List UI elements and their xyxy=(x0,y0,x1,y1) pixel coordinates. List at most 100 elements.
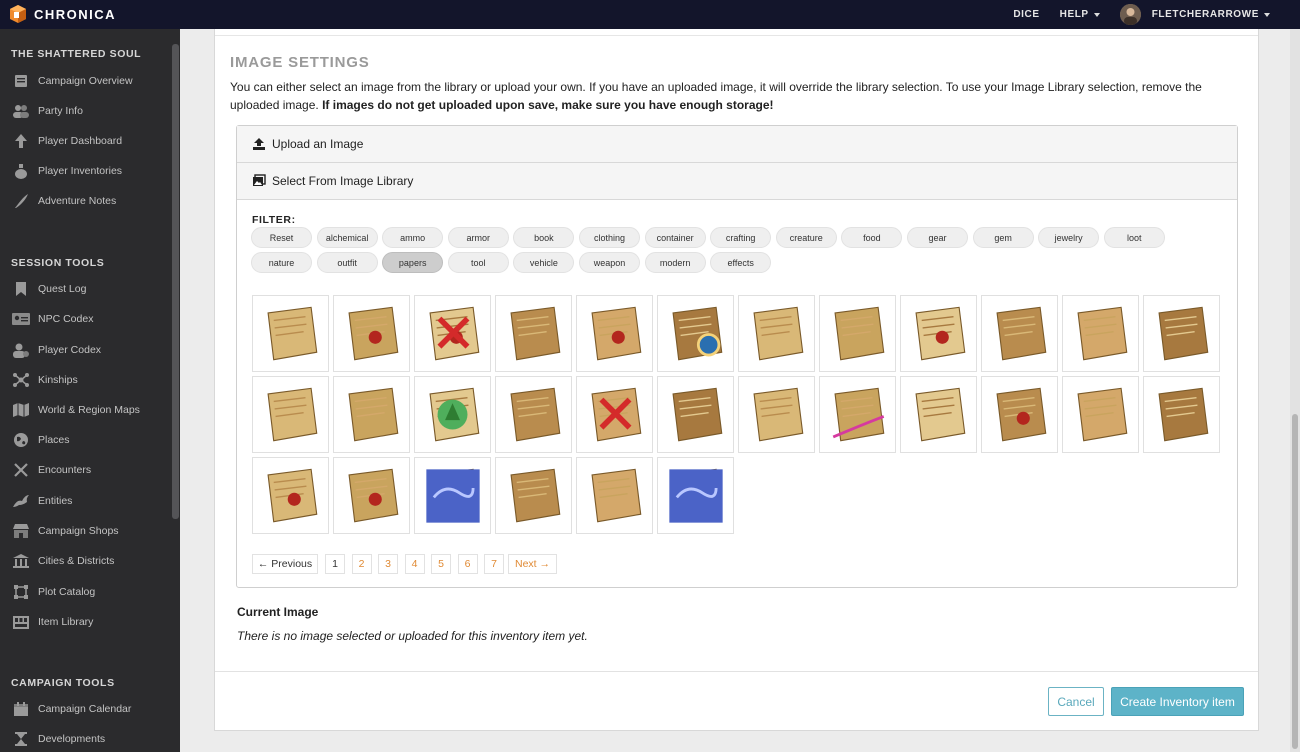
thumbnail-blue-magic-scroll[interactable] xyxy=(657,457,734,534)
thumbnail-bundled-scrolls[interactable] xyxy=(819,295,896,372)
sidebar-item-player-dashboard[interactable]: Player Dashboard xyxy=(11,130,122,152)
thumbnail-folded-map[interactable] xyxy=(252,295,329,372)
thumbnail-blue-tome[interactable] xyxy=(414,457,491,534)
plot-icon xyxy=(11,583,31,601)
thumbnail-treasure-map-x[interactable] xyxy=(576,376,653,453)
upload-image-header[interactable]: Upload an Image xyxy=(237,126,1237,163)
sidebar-item-label: Party Info xyxy=(38,105,83,117)
thumbnail-document-with-seal[interactable] xyxy=(900,295,977,372)
thumbnail-parchment-sheet[interactable] xyxy=(252,376,329,453)
thumbnail-wax-sealed-letter[interactable] xyxy=(414,295,491,372)
thumbnail-yellow-scroll[interactable] xyxy=(738,295,815,372)
sidebar-scrollbar[interactable] xyxy=(172,44,179,519)
treasure-map-x-icon xyxy=(590,387,641,441)
storage-warning: If images do not get uploaded upon save,… xyxy=(322,98,774,112)
filter-pill-weapon[interactable]: weapon xyxy=(579,252,640,273)
thumbnail-rolled-scroll[interactable] xyxy=(495,295,572,372)
thumbnail-tree-map[interactable] xyxy=(414,376,491,453)
filter-pill-container[interactable]: container xyxy=(644,227,706,248)
page-7-button[interactable]: 7 xyxy=(484,554,504,574)
user-menu[interactable]: FLETCHERARROWE xyxy=(1119,4,1270,25)
filter-pill-vehicle[interactable]: vehicle xyxy=(513,252,575,273)
filter-pill-modern[interactable]: modern xyxy=(644,252,706,273)
sidebar-item-kinships[interactable]: Kinships xyxy=(11,369,78,391)
brand[interactable]: CHRONICA xyxy=(8,4,116,24)
sidebar-item-player-codex[interactable]: Player Codex xyxy=(11,339,101,361)
filter-pill-ammo[interactable]: ammo xyxy=(382,227,444,248)
previous-page-button[interactable]: ← Previous xyxy=(252,554,318,574)
page-3-button[interactable]: 3 xyxy=(378,554,398,574)
filter-pill-gem[interactable]: gem xyxy=(972,227,1034,248)
filter-pill-loot[interactable]: loot xyxy=(1103,227,1165,248)
filter-pill-food[interactable]: food xyxy=(841,227,903,248)
cancel-button[interactable]: Cancel xyxy=(1048,687,1104,716)
thumbnail-rune-parchment[interactable] xyxy=(657,376,734,453)
filter-pill-alchemical[interactable]: alchemical xyxy=(316,227,378,248)
thumbnail-sealed-certificate[interactable] xyxy=(333,457,410,534)
thumbnail-tall-scroll[interactable] xyxy=(981,295,1058,372)
filter-pill-crafting[interactable]: crafting xyxy=(710,227,772,248)
page-6-button[interactable]: 6 xyxy=(457,554,478,574)
thumbnail-map-with-compass[interactable] xyxy=(657,295,734,372)
page-1-button[interactable]: 1 xyxy=(325,554,345,574)
page-4-button[interactable]: 4 xyxy=(404,554,425,574)
help-menu[interactable]: HELP xyxy=(1060,9,1100,20)
dice-link[interactable]: DICE xyxy=(1013,9,1039,20)
filter-pill-papers[interactable]: papers xyxy=(382,252,444,273)
page-5-button[interactable]: 5 xyxy=(431,554,451,574)
sidebar-item-adventure-notes[interactable]: Adventure Notes xyxy=(11,190,116,212)
thumbnail-map-scroll[interactable] xyxy=(576,457,653,534)
sidebar-item-npc-codex[interactable]: NPC Codex xyxy=(11,308,93,330)
filter-pill-nature[interactable]: nature xyxy=(251,252,312,273)
page-2-button[interactable]: 2 xyxy=(351,554,372,574)
sidebar-item-encounters[interactable]: Encounters xyxy=(11,459,91,481)
thumbnail-sealed-envelope[interactable] xyxy=(333,295,410,372)
sidebar-item-party-info[interactable]: Party Info xyxy=(11,100,83,122)
filter-pill-tool[interactable]: tool xyxy=(447,252,509,273)
thumbnail-envelope-red-seal[interactable] xyxy=(981,376,1058,453)
thumbnail-letter-b-page[interactable] xyxy=(252,457,329,534)
sidebar-item-places[interactable]: Places xyxy=(11,429,70,451)
sidebar-item-campaign-overview[interactable]: Campaign Overview xyxy=(11,70,133,92)
sidebar-item-quest-log[interactable]: Quest Log xyxy=(11,278,86,300)
filter-pill-clothing[interactable]: clothing xyxy=(579,227,640,248)
thumbnail-anchor-card[interactable] xyxy=(495,376,572,453)
filter-pill-gear[interactable]: gear xyxy=(907,227,968,248)
sidebar-item-player-inventories[interactable]: Player Inventories xyxy=(11,160,122,182)
sidebar-item-entities[interactable]: Entities xyxy=(11,490,72,512)
filter-pill-armor[interactable]: armor xyxy=(447,227,509,248)
thumbnail-certificate-with-ribbon[interactable] xyxy=(576,295,653,372)
thumbnail-old-map-dark[interactable] xyxy=(738,376,815,453)
sidebar-item-label: Adventure Notes xyxy=(38,195,117,207)
filter-pill-outfit[interactable]: outfit xyxy=(316,252,378,273)
thumbnail-rolled-parchment[interactable] xyxy=(333,376,410,453)
filter-pill-book[interactable]: book xyxy=(513,227,575,248)
thumbnail-rune-stone-tablet[interactable] xyxy=(1143,376,1220,453)
sidebar-item-campaign-calendar[interactable]: Campaign Calendar xyxy=(11,698,131,720)
help-label: HELP xyxy=(1059,9,1089,20)
sidebar-item-plot-catalog[interactable]: Plot Catalog xyxy=(11,581,95,603)
sidebar-item-item-library[interactable]: Item Library xyxy=(11,611,93,633)
thumbnail-quill-and-paper[interactable] xyxy=(819,376,896,453)
create-inventory-item-button[interactable]: Create Inventory item xyxy=(1111,687,1244,716)
current-image-text: There is no image selected or uploaded f… xyxy=(237,629,588,643)
filter-pill-effects[interactable]: effects xyxy=(710,252,772,273)
library-label: Select From Image Library xyxy=(272,174,414,188)
image-library-header[interactable]: Select From Image Library xyxy=(237,163,1237,200)
sidebar-item-cities-districts[interactable]: Cities & Districts xyxy=(11,550,114,572)
thumbnail-treasure-map-gold[interactable] xyxy=(900,376,977,453)
thumbnail-curled-parchment[interactable] xyxy=(1143,295,1220,372)
filter-pill-reset[interactable]: Reset xyxy=(251,227,312,248)
page-scrollbar-thumb[interactable] xyxy=(1292,414,1298,749)
thumbnail-torn-scroll[interactable] xyxy=(1062,376,1139,453)
thumbnail-tan-scroll[interactable] xyxy=(495,457,572,534)
filter-pill-creature[interactable]: creature xyxy=(775,227,837,248)
thumbnail-stack-of-papers[interactable] xyxy=(1062,295,1139,372)
sidebar-item-label: Item Library xyxy=(38,616,94,628)
sidebar-item-developments[interactable]: Developments xyxy=(11,728,105,750)
filter-pill-jewelry[interactable]: jewelry xyxy=(1038,227,1100,248)
next-page-button[interactable]: Next → xyxy=(508,554,557,574)
sidebar-item-world-region-maps[interactable]: World & Region Maps xyxy=(11,399,140,421)
sidebar-item-campaign-shops[interactable]: Campaign Shops xyxy=(11,520,119,542)
page-scrollbar[interactable] xyxy=(1290,29,1300,752)
